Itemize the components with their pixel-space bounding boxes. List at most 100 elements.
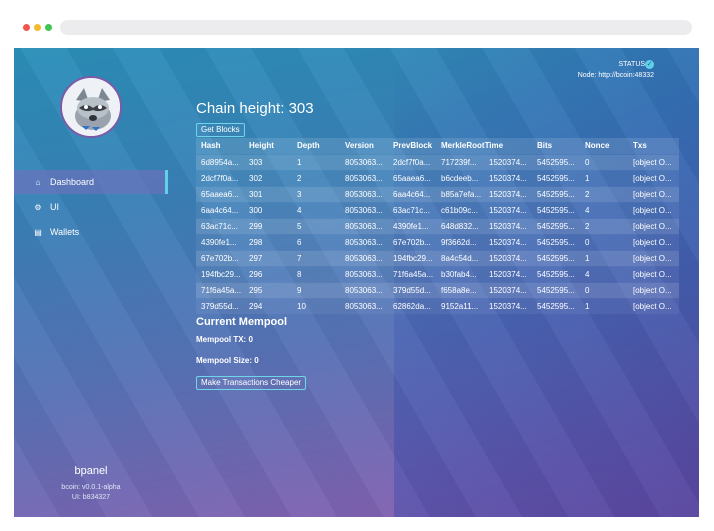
table-cell: 8053063... xyxy=(340,153,388,170)
table-cell: b6cdeeb... xyxy=(436,169,484,186)
table-cell: 63ac71c... xyxy=(196,217,244,234)
table-cell: 152037​4... xyxy=(484,153,532,170)
sidebar: ⌂ Dashboard ⚙ UI ▤ Wallets bpanel bcoin:… xyxy=(14,48,168,517)
table-cell: f658a8e... xyxy=(436,281,484,298)
table-cell: 71f6a45a... xyxy=(196,281,244,298)
mempool-title: Current Mempool xyxy=(196,316,288,328)
table-cell: 301 xyxy=(244,185,292,202)
table-cell: b30fab4... xyxy=(436,265,484,282)
table-cell: 302 xyxy=(244,169,292,186)
avatar xyxy=(60,76,122,138)
column-header[interactable]: Hash xyxy=(196,138,244,154)
table-cell: 5452595... xyxy=(532,185,580,202)
table-cell: [object O... xyxy=(628,185,679,202)
table-cell: 4390fe1... xyxy=(388,217,436,234)
table-cell: 1520374... xyxy=(484,281,532,298)
table-cell: 9152a11... xyxy=(436,297,484,314)
table-cell: 6d8954a... xyxy=(196,153,244,170)
table-cell: [object O... xyxy=(628,153,679,170)
node-url: Node: http://bcoin:48332 xyxy=(577,72,654,79)
table-cell: 8053063... xyxy=(340,233,388,250)
sidebar-item-wallets[interactable]: ▤ Wallets xyxy=(14,220,168,244)
column-header[interactable]: Txs xyxy=(628,138,679,154)
table-cell: 5452595... xyxy=(532,281,580,298)
table-header-row: Hash Height Depth Version PrevBlock Merk… xyxy=(196,138,679,154)
table-cell: 297 xyxy=(244,249,292,266)
table-cell: 2 xyxy=(580,217,628,234)
table-cell: 1520374... xyxy=(484,233,532,250)
table-row[interactable]: 194fbc29... 296 8 8053063... 71f6a45a... b30f… xyxy=(196,265,679,282)
table-cell: 8053063... xyxy=(340,249,388,266)
table-cell: 6aa4c64... xyxy=(388,185,436,202)
column-header[interactable]: PrevBlock xyxy=(388,138,436,154)
get-blocks-button[interactable]: Get Blocks xyxy=(196,123,245,137)
sidebar-item-dashboard[interactable]: ⌂ Dashboard xyxy=(14,170,168,194)
table-row[interactable]: 71f6a45a... 295 9 8053063... 379d55d... f658a… xyxy=(196,281,679,298)
table-row[interactable]: 4390fe1... 298 6 8053063... 67e702b... 9f3662… xyxy=(196,233,679,250)
table-cell: 8053063... xyxy=(340,185,388,202)
table-row[interactable]: 6d8954a... 303 1 8053063... 2dcf7f0a... 71723… xyxy=(196,153,679,170)
table-cell: 67e702b... xyxy=(388,233,436,250)
table-cell: 65aaea6... xyxy=(388,169,436,186)
blocks-table: Hash Height Depth Version PrevBlock Merk… xyxy=(196,138,679,314)
table-cell: 1 xyxy=(292,153,340,170)
table-row[interactable]: 6aa4c64... 300 4 8053063... 63ac71c... c61b09… xyxy=(196,201,679,218)
table-cell: 0 xyxy=(580,281,628,298)
table-cell: 2 xyxy=(580,185,628,202)
mempool-tx: Mempool TX: 0 xyxy=(196,335,253,344)
table-cell: 299 xyxy=(244,217,292,234)
table-cell: 8053063... xyxy=(340,265,388,282)
table-cell: 1520374... xyxy=(484,249,532,266)
table-cell: 2dcf7f0a... xyxy=(388,153,436,170)
table-cell: 1520374... xyxy=(484,265,532,282)
table-row[interactable]: 63ac71c... 299 5 8053063... 4390fe1... 648d83… xyxy=(196,217,679,234)
brand-name: bpanel xyxy=(74,465,108,477)
table-cell: 1520374... xyxy=(484,201,532,218)
table-cell: 5452595... xyxy=(532,217,580,234)
table-row[interactable]: 2dcf7f0a... 302 2 8053063... 65aaea6... b6cde… xyxy=(196,169,679,186)
bcoin-version: bcoin: v0.0.1-alpha xyxy=(61,484,121,491)
table-cell: 2 xyxy=(292,169,340,186)
column-header[interactable]: Version xyxy=(340,138,388,154)
table-cell: 63ac71c... xyxy=(388,201,436,218)
table-cell: [object O... xyxy=(628,281,679,298)
table-cell: 5452595... xyxy=(532,153,580,170)
table-row[interactable]: 65aaea6... 301 3 8053063... 6aa4c64... b85a7e… xyxy=(196,185,679,202)
table-cell: 2dcf7f0a... xyxy=(196,169,244,186)
table-cell: 4 xyxy=(580,265,628,282)
table-cell: [object O... xyxy=(628,169,679,186)
make-transactions-cheaper-button[interactable]: Make Transactions Cheaper xyxy=(196,376,307,390)
column-header[interactable]: Nonce xyxy=(580,138,628,154)
minimize-window-dot[interactable] xyxy=(34,24,41,31)
table-cell: 4 xyxy=(580,201,628,218)
table-cell: 295 xyxy=(244,281,292,298)
table-row[interactable]: 379d55d... 294 10 8053063... 62862da... 9152a… xyxy=(196,297,679,314)
table-cell: 298 xyxy=(244,233,292,250)
table-cell: 6 xyxy=(292,233,340,250)
table-cell: [object O... xyxy=(628,265,679,282)
address-bar[interactable] xyxy=(60,20,692,35)
column-header[interactable]: MerkleRootTime xyxy=(436,138,503,154)
table-cell: 67e702b... xyxy=(196,249,244,266)
wallet-icon: ▤ xyxy=(34,227,42,237)
table-row[interactable]: 67e702b... 297 7 8053063... 194fbc29... 8a4c5… xyxy=(196,249,679,266)
maximize-window-dot[interactable] xyxy=(45,24,52,31)
table-cell: 296 xyxy=(244,265,292,282)
column-header[interactable]: Depth xyxy=(292,138,340,154)
table-cell: 1520374... xyxy=(484,297,532,314)
table-cell: 5452595... xyxy=(532,201,580,218)
table-cell: 6aa4c64... xyxy=(196,201,244,218)
raccoon-logo-icon xyxy=(62,78,120,136)
table-cell: 62862da... xyxy=(388,297,436,314)
table-cell: 717239f... xyxy=(436,153,484,170)
gears-icon: ⚙ xyxy=(34,202,42,212)
column-header[interactable]: Height xyxy=(244,138,292,154)
table-cell: [object O... xyxy=(628,201,679,218)
table-cell: 8a4c54d... xyxy=(436,249,484,266)
table-cell: 8 xyxy=(292,265,340,282)
column-header[interactable]: Bits xyxy=(532,138,580,154)
sidebar-item-ui[interactable]: ⚙ UI xyxy=(14,195,168,219)
chain-height-title: Chain height: 303 xyxy=(196,100,314,117)
close-window-dot[interactable] xyxy=(23,24,30,31)
table-cell: 4 xyxy=(292,201,340,218)
